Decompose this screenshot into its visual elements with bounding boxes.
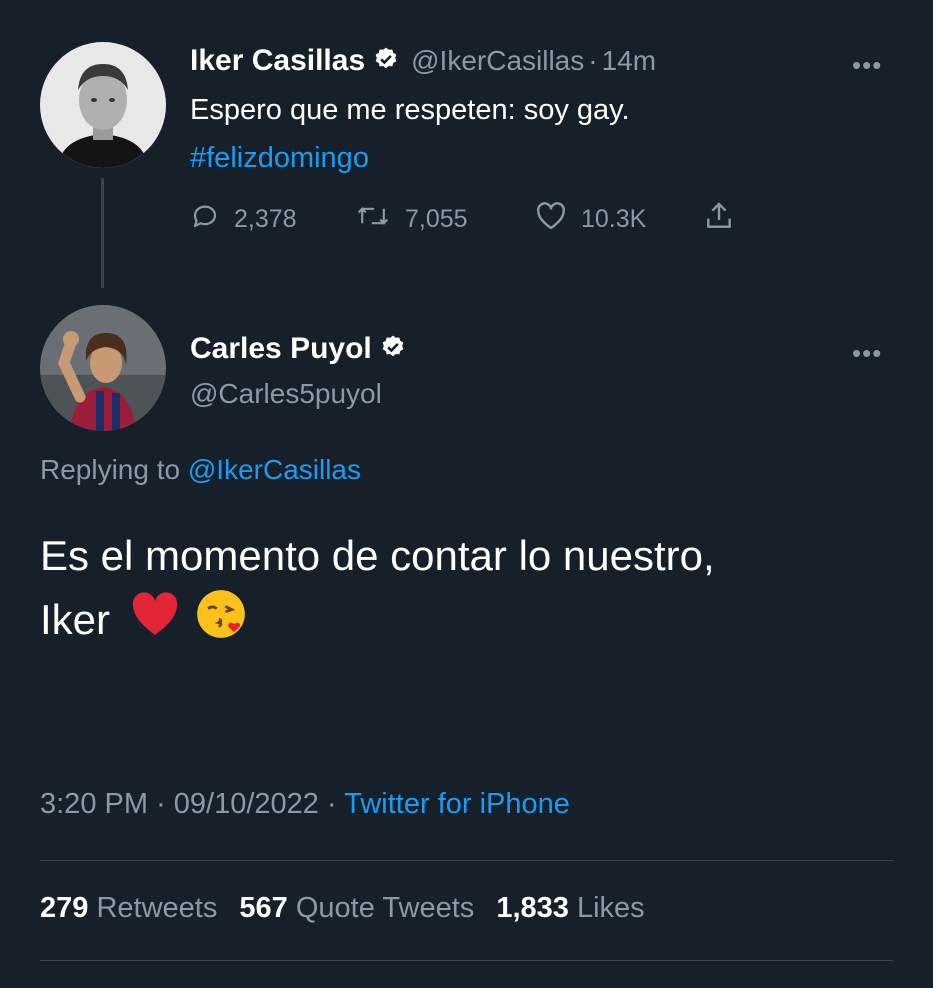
reply-icon bbox=[190, 201, 220, 238]
tweet2-date[interactable]: 09/10/2022 bbox=[174, 788, 319, 820]
retweets-label: Retweets bbox=[96, 892, 218, 924]
tweet2-text-iker: Iker bbox=[40, 596, 111, 644]
retweet-icon bbox=[355, 201, 391, 238]
retweet-button[interactable]: 7,055 bbox=[355, 201, 535, 238]
tweet2-text-line1: Es el momento de contar lo nuestro, bbox=[40, 532, 715, 579]
verified-badge-icon bbox=[380, 334, 406, 365]
tweet2-source[interactable]: Twitter for iPhone bbox=[344, 788, 570, 820]
divider-top bbox=[40, 860, 893, 861]
quotes-count: 567 bbox=[239, 892, 288, 924]
replying-to: Replying to @IkerCasillas bbox=[40, 454, 361, 486]
tweet1-more-icon[interactable]: ••• bbox=[852, 50, 882, 81]
likes-stat[interactable]: 1,833 Likes bbox=[496, 892, 644, 924]
likes-count: 1,833 bbox=[496, 892, 569, 924]
likes-label: Likes bbox=[576, 892, 645, 924]
quotes-stat[interactable]: 567 Quote Tweets bbox=[239, 892, 482, 924]
tweet2-meta: 3:20 PM · 09/10/2022 · Twitter for iPhon… bbox=[40, 788, 570, 821]
tweet2-header: Carles Puyol bbox=[190, 332, 406, 366]
tweet2-dot-1: · bbox=[156, 788, 166, 820]
share-icon bbox=[703, 200, 735, 239]
tweet1-text: Espero que me respeten: soy gay. bbox=[190, 94, 630, 126]
reply-count: 2,378 bbox=[234, 205, 297, 233]
like-count: 10.3K bbox=[581, 205, 647, 233]
like-icon bbox=[535, 201, 567, 238]
kiss-emoji bbox=[195, 588, 247, 658]
tweet2-text-line2: Iker bbox=[40, 588, 715, 658]
thread-line bbox=[101, 178, 104, 288]
tweet2-author-name[interactable]: Carles Puyol bbox=[190, 332, 372, 366]
tweet2-more-icon[interactable]: ••• bbox=[852, 338, 882, 369]
engagement-stats: 279 Retweets 567 Quote Tweets 1,833 Like… bbox=[40, 892, 645, 925]
tweet1-time[interactable]: 14m bbox=[602, 45, 656, 77]
retweets-stat[interactable]: 279 Retweets bbox=[40, 892, 225, 924]
tweet2-time[interactable]: 3:20 PM bbox=[40, 788, 148, 820]
tweet2-text: Es el momento de contar lo nuestro, Iker bbox=[40, 524, 715, 658]
tweet1-handle[interactable]: @IkerCasillas bbox=[411, 45, 584, 77]
tweet1-header: Iker Casillas @IkerCasillas · 14m bbox=[190, 44, 656, 78]
tweet2-handle[interactable]: @Carles5puyol bbox=[190, 378, 382, 410]
retweet-count: 7,055 bbox=[405, 205, 468, 233]
retweets-count: 279 bbox=[40, 892, 89, 924]
avatar-iker[interactable] bbox=[40, 42, 166, 168]
tweet2-dot-2: · bbox=[327, 788, 337, 820]
share-button[interactable] bbox=[703, 200, 735, 239]
replying-to-label: Replying to bbox=[40, 454, 181, 485]
avatar-puyol[interactable] bbox=[40, 305, 166, 431]
replying-to-handle[interactable]: @IkerCasillas bbox=[188, 454, 361, 485]
divider-bottom bbox=[40, 960, 893, 961]
tweet1-separator: · bbox=[588, 45, 598, 76]
tweet1-hashtag[interactable]: #felizdomingo bbox=[190, 142, 369, 175]
verified-badge-icon bbox=[373, 46, 399, 77]
heart-emoji bbox=[130, 591, 180, 655]
tweet1-actions: 2,378 7,055 10.3K bbox=[190, 200, 735, 239]
like-button[interactable]: 10.3K bbox=[535, 201, 703, 238]
tweet1-author-name[interactable]: Iker Casillas bbox=[190, 44, 365, 78]
quotes-label: Quote Tweets bbox=[295, 892, 475, 924]
reply-button[interactable]: 2,378 bbox=[190, 201, 355, 238]
